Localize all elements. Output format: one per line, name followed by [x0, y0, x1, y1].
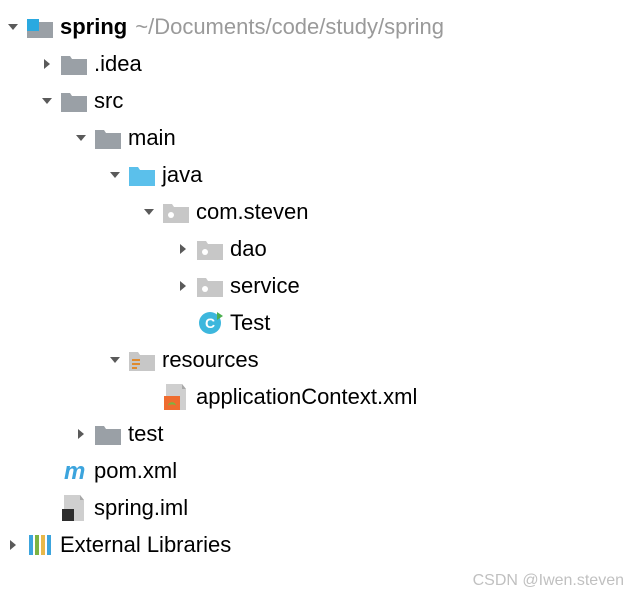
tree-row-java[interactable]: java — [0, 156, 634, 193]
tree-row-root[interactable]: spring ~/Documents/code/study/spring — [0, 8, 634, 45]
tree-label: dao — [230, 230, 267, 267]
tree-row-test-dir[interactable]: test — [0, 415, 634, 452]
module-folder-icon — [26, 13, 54, 41]
tree-row-dao[interactable]: dao — [0, 230, 634, 267]
chevron-right-icon[interactable] — [6, 538, 20, 552]
svg-text:C: C — [205, 315, 215, 331]
root-path: ~/Documents/code/study/spring — [135, 8, 444, 45]
tree-label: service — [230, 267, 300, 304]
chevron-down-icon[interactable] — [74, 131, 88, 145]
tree-label: resources — [162, 341, 259, 378]
tree-row-iml[interactable]: spring.iml — [0, 489, 634, 526]
tree-label: test — [128, 415, 163, 452]
svg-text:m: m — [64, 458, 85, 484]
resources-folder-icon — [128, 346, 156, 374]
tree-label: main — [128, 119, 176, 156]
tree-row-src[interactable]: src — [0, 82, 634, 119]
watermark-text: CSDN @Iwen.steven — [473, 572, 624, 590]
tree-label: applicationContext.xml — [196, 378, 417, 415]
package-icon — [162, 198, 190, 226]
tree-row-resources[interactable]: resources — [0, 341, 634, 378]
folder-icon — [60, 87, 88, 115]
tree-row-service[interactable]: service — [0, 267, 634, 304]
chevron-down-icon[interactable] — [6, 20, 20, 34]
libraries-icon — [26, 531, 54, 559]
tree-row-main[interactable]: main — [0, 119, 634, 156]
tree-label: pom.xml — [94, 452, 177, 489]
tree-label: java — [162, 156, 202, 193]
chevron-down-icon[interactable] — [40, 94, 54, 108]
source-folder-icon — [128, 161, 156, 189]
chevron-right-icon[interactable] — [176, 242, 190, 256]
root-name: spring — [60, 8, 127, 45]
class-runnable-icon: C — [196, 309, 224, 337]
spring-config-file-icon — [162, 383, 190, 411]
tree-label: spring.iml — [94, 489, 188, 526]
tree-label: .idea — [94, 45, 142, 82]
chevron-right-icon[interactable] — [176, 279, 190, 293]
chevron-down-icon[interactable] — [108, 353, 122, 367]
tree-row-appctx[interactable]: applicationContext.xml — [0, 378, 634, 415]
package-icon — [196, 235, 224, 263]
tree-row-test-class[interactable]: C Test — [0, 304, 634, 341]
tree-label: Test — [230, 304, 270, 341]
chevron-down-icon[interactable] — [108, 168, 122, 182]
iml-file-icon — [60, 494, 88, 522]
package-icon — [196, 272, 224, 300]
tree-row-idea[interactable]: .idea — [0, 45, 634, 82]
folder-icon — [94, 420, 122, 448]
folder-icon — [60, 50, 88, 78]
tree-row-ext-lib[interactable]: External Libraries — [0, 526, 634, 563]
maven-file-icon: m — [60, 457, 88, 485]
folder-icon — [94, 124, 122, 152]
tree-row-pom[interactable]: m pom.xml — [0, 452, 634, 489]
tree-label: com.steven — [196, 193, 309, 230]
tree-label: External Libraries — [60, 526, 231, 563]
tree-label: src — [94, 82, 123, 119]
chevron-right-icon[interactable] — [40, 57, 54, 71]
tree-row-com-steven[interactable]: com.steven — [0, 193, 634, 230]
chevron-down-icon[interactable] — [142, 205, 156, 219]
chevron-right-icon[interactable] — [74, 427, 88, 441]
